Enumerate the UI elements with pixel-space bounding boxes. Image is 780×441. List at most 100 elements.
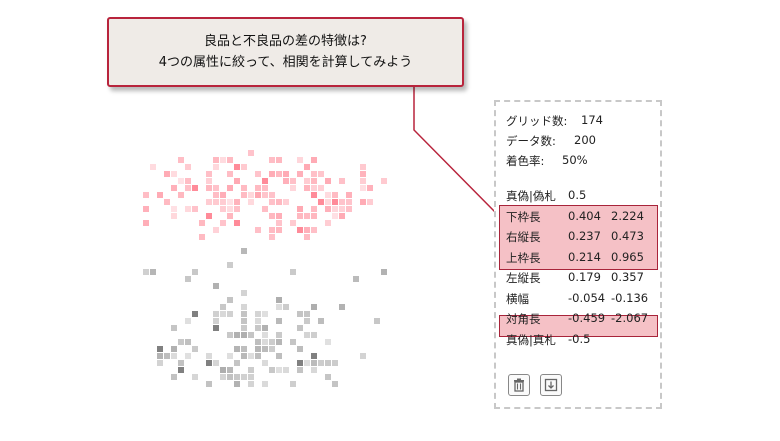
- grid-cell: [262, 206, 268, 212]
- grid-cell: [227, 262, 233, 268]
- grid-cell: [234, 199, 240, 205]
- grid-cell: [248, 381, 254, 387]
- grid-cell: [297, 325, 303, 331]
- grid-cell: [381, 269, 387, 275]
- grid-cell: [276, 157, 282, 163]
- grid-cell: [220, 367, 226, 373]
- grid-cell: [262, 185, 268, 191]
- grid-cell: [290, 381, 296, 387]
- grid-cell: [241, 311, 247, 317]
- grid-cell: [332, 360, 338, 366]
- trash-icon: [514, 378, 524, 392]
- grid-cell: [262, 178, 268, 184]
- grid-cell: [276, 220, 282, 226]
- grid-cell: [199, 220, 205, 226]
- grid-cell: [283, 178, 289, 184]
- grid-cell: [262, 332, 268, 338]
- grid-cell: [290, 339, 296, 345]
- grid-cell: [241, 192, 247, 198]
- grid-cell: [213, 199, 219, 205]
- grid-cell: [304, 311, 310, 317]
- grid-cell: [178, 178, 184, 184]
- feature-row-7-v1: -0.5: [568, 331, 591, 346]
- feature-row-1-label: 下枠長: [506, 209, 541, 224]
- grid-cell: [192, 206, 198, 212]
- grid-cell: [360, 164, 366, 170]
- grid-cell: [262, 339, 268, 345]
- grid-cell: [262, 311, 268, 317]
- grid-cell: [227, 157, 233, 163]
- grid-cell: [311, 178, 317, 184]
- grid-cell: [276, 339, 282, 345]
- grid-cell: [346, 192, 352, 198]
- grid-cell: [346, 206, 352, 212]
- grid-cell: [241, 346, 247, 352]
- grid-cell: [297, 367, 303, 373]
- grid-cell: [220, 192, 226, 198]
- grid-cell: [192, 311, 198, 317]
- callout-line-2: 4つの属性に絞って、相関を計算してみよう: [158, 55, 413, 70]
- grid-cell: [150, 269, 156, 275]
- grid-cell: [304, 360, 310, 366]
- export-button[interactable]: [540, 374, 562, 396]
- feature-row-3-v2: 0.965: [611, 249, 644, 264]
- grid-cell: [283, 304, 289, 310]
- grid-cell: [276, 304, 282, 310]
- grid-cell: [248, 367, 254, 373]
- grid-cell: [269, 227, 275, 233]
- grid-cell: [304, 213, 310, 219]
- feature-row-1-v1: 0.404: [568, 208, 601, 223]
- grid-cell: [339, 304, 345, 310]
- grid-cell: [227, 185, 233, 191]
- grid-cell: [304, 318, 310, 324]
- grid-cell: [213, 164, 219, 170]
- grid-cell: [206, 171, 212, 177]
- grid-cell: [220, 199, 226, 205]
- grid-cell: [248, 150, 254, 156]
- feature-row-6-v2: -2.067: [611, 311, 649, 325]
- grid-cell: [185, 353, 191, 359]
- feature-row-0-label: 真偽|偽札: [506, 189, 556, 203]
- grid-cell: [178, 339, 184, 345]
- grid-cell: [234, 178, 240, 184]
- grid-cell: [234, 206, 240, 212]
- grid-cell: [206, 360, 212, 366]
- grid-cell: [339, 178, 345, 184]
- grid-cell: [213, 311, 219, 317]
- grid-cell: [269, 367, 275, 373]
- grid-cell: [248, 353, 254, 359]
- feature-row-6-v1: -0.459: [568, 311, 606, 325]
- grid-cell: [206, 353, 212, 359]
- grid-cell: [213, 227, 219, 233]
- grid-cell: [248, 199, 254, 205]
- grid-cell: [318, 199, 324, 205]
- grid-cell: [192, 374, 198, 380]
- grid-cell: [290, 178, 296, 184]
- grid-cell: [276, 213, 282, 219]
- feature-row-4-label: 左縦長: [506, 271, 541, 285]
- grid-cell: [143, 206, 149, 212]
- grid-cell: [297, 171, 303, 177]
- grid-cell: [185, 206, 191, 212]
- grid-count-value: 174: [581, 113, 603, 127]
- data-count-label: データ数:: [506, 134, 556, 148]
- grid-cell: [213, 283, 219, 289]
- feature-row-1-v2: 2.224: [611, 208, 644, 223]
- grid-cell: [325, 360, 331, 366]
- delete-button[interactable]: [508, 374, 530, 396]
- grid-cell: [269, 234, 275, 240]
- color-rate-label: 着色率:: [506, 154, 545, 168]
- grid-cell: [255, 325, 261, 331]
- grid-cell: [276, 297, 282, 303]
- grid-cell: [227, 367, 233, 373]
- feature-row-3-v1: 0.214: [568, 249, 601, 264]
- grid-cell: [276, 199, 282, 205]
- grid-cell: [360, 353, 366, 359]
- grid-cell: [227, 332, 233, 338]
- feature-row-6-label: 対角長: [506, 312, 541, 326]
- grid-cell: [311, 171, 317, 177]
- grid-cell: [220, 311, 226, 317]
- callout-box: 良品と不良品の差の特徴は? 4つの属性に絞って、相関を計算してみよう: [107, 17, 464, 87]
- grid-cell: [227, 171, 233, 177]
- grid-cell: [213, 185, 219, 191]
